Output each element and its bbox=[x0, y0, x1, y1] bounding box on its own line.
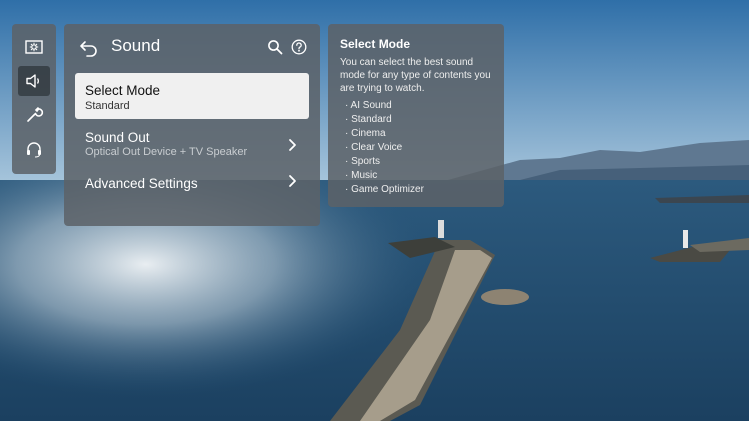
menu-item-sound-out[interactable]: Sound Out Optical Out Device + TV Speake… bbox=[75, 124, 309, 170]
list-item: · Sports bbox=[345, 156, 381, 167]
general-settings-button[interactable] bbox=[18, 100, 50, 130]
sound-settings-button[interactable] bbox=[18, 66, 50, 96]
list-item: · Clear Voice bbox=[345, 142, 403, 153]
menu-item-value: Optical Out Device + TV Speaker bbox=[85, 146, 248, 158]
menu-item-label: Advanced Settings bbox=[85, 176, 198, 191]
menu-item-value: Standard bbox=[85, 100, 130, 112]
list-item: · Cinema bbox=[345, 128, 386, 139]
list-item: · Standard bbox=[345, 114, 392, 125]
wrench-icon bbox=[27, 107, 44, 122]
side-rail bbox=[12, 24, 56, 174]
menu-item-label: Select Mode bbox=[85, 83, 161, 98]
help-icon[interactable] bbox=[291, 39, 307, 55]
menu-item-select-mode[interactable]: Select Mode Standard bbox=[75, 73, 309, 119]
back-icon[interactable] bbox=[78, 36, 100, 58]
info-title: Select Mode bbox=[340, 37, 411, 51]
sound-mode-list: · AI Sound · Standard · Cinema · Clear V… bbox=[345, 99, 424, 197]
headset-icon bbox=[27, 142, 41, 158]
info-description: You can select the best sound mode for a… bbox=[340, 57, 491, 94]
menu-item-advanced-settings[interactable]: Advanced Settings bbox=[75, 170, 309, 216]
sound-panel: Sound Select Mode Standard Sound Out Opt… bbox=[64, 24, 320, 226]
list-item: · Music bbox=[345, 170, 378, 181]
info-panel: Select Mode You can select the best soun… bbox=[328, 24, 504, 207]
chevron-right-icon bbox=[289, 139, 296, 151]
list-item: · Game Optimizer bbox=[345, 184, 424, 195]
page-title: Sound bbox=[111, 36, 161, 55]
speaker-icon bbox=[26, 74, 39, 88]
sound-panel-header: Sound bbox=[64, 24, 320, 70]
list-item: · AI Sound bbox=[345, 100, 392, 111]
picture-settings-button[interactable] bbox=[18, 32, 50, 62]
chevron-right-icon bbox=[289, 175, 296, 187]
search-icon[interactable] bbox=[267, 39, 283, 55]
support-button[interactable] bbox=[18, 134, 50, 164]
picture-icon bbox=[25, 40, 43, 54]
menu-item-label: Sound Out bbox=[85, 130, 150, 145]
